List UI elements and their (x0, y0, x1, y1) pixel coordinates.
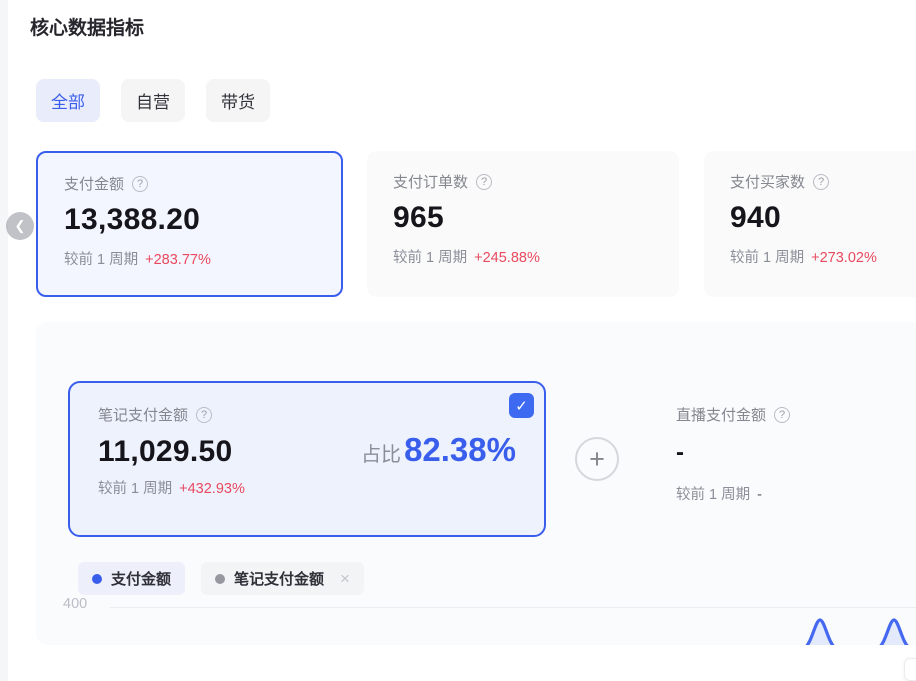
note-card-checkbox[interactable]: ✓ (509, 393, 534, 418)
metric-label: 笔记支付金额 (98, 404, 188, 425)
metric-card-payment-amount[interactable]: 支付金额 ? 13,388.20 较前 1 周期 +283.77% (36, 151, 343, 297)
compare-label: 较前 1 周期 (393, 246, 467, 267)
breakdown-panel: 笔记支付金额 ? 11,029.50 占比 82.38% 较前 1 周期 +43… (36, 322, 916, 645)
legend-label: 笔记支付金额 (234, 568, 324, 589)
delta-value: +245.88% (474, 250, 540, 266)
delta-value: +283.77% (145, 252, 211, 268)
metric-card-payment-orders[interactable]: 支付订单数 ? 965 较前 1 周期 +245.88% (367, 151, 679, 297)
legend-dot-blue (92, 574, 102, 584)
metric-value: 11,029.50 (98, 435, 233, 469)
y-axis-tick-400: 400 (63, 596, 87, 612)
share-label: 占比 (361, 438, 401, 467)
metric-card-payment-buyers[interactable]: 支付买家数 ? 940 较前 1 周期 +273.02% (704, 151, 916, 297)
delta-value: +273.02% (811, 250, 877, 266)
plus-icon: + (589, 446, 605, 473)
scope-tabs: 全部 自营 带货 (36, 79, 270, 122)
metric-value: 940 (730, 201, 916, 235)
compare-label: 较前 1 周期 (64, 248, 138, 269)
metric-value: 13,388.20 (64, 203, 315, 237)
chevron-left-icon: ❮ (15, 218, 26, 234)
delta-value: - (757, 487, 762, 503)
delta-value: +432.93% (179, 481, 245, 497)
add-metric-button[interactable]: + (575, 437, 619, 481)
carousel-prev-button[interactable]: ❮ (6, 212, 34, 240)
compare-label: 较前 1 周期 (730, 246, 804, 267)
tab-affiliate[interactable]: 带货 (206, 79, 270, 122)
legend-item-note-payment-amount[interactable]: 笔记支付金额 × (201, 562, 364, 595)
breakdown-card-live-payment[interactable]: 直播支付金额 ? - 较前 1 周期 - (652, 381, 916, 537)
metric-value: - (676, 439, 916, 467)
compare-label: 较前 1 周期 (98, 477, 172, 498)
compare-label: 较前 1 周期 (676, 483, 750, 504)
help-icon[interactable]: ? (476, 174, 492, 190)
tab-self-operated-label: 自营 (136, 88, 170, 113)
help-icon[interactable]: ? (774, 407, 790, 423)
floating-widget-cutoff[interactable] (904, 658, 916, 681)
tab-affiliate-label: 带货 (221, 88, 255, 113)
metric-label: 直播支付金额 (676, 404, 766, 425)
legend-item-payment-amount[interactable]: 支付金额 (78, 562, 185, 595)
core-metrics-page: 核心数据指标 全部 自营 带货 ❮ 支付金额 ? 13,388.20 较前 1 … (0, 0, 916, 681)
metric-label: 支付金额 (64, 173, 124, 194)
metric-label: 支付订单数 (393, 171, 468, 192)
help-icon[interactable]: ? (132, 176, 148, 192)
legend-dot-gray (215, 574, 225, 584)
line-chart-peaks (755, 617, 915, 645)
legend-label: 支付金额 (111, 568, 171, 589)
page-left-edge (0, 0, 8, 681)
breakdown-card-note-payment[interactable]: 笔记支付金额 ? 11,029.50 占比 82.38% 较前 1 周期 +43… (68, 381, 546, 537)
tab-self-operated[interactable]: 自营 (121, 79, 185, 122)
remove-legend-icon[interactable]: × (340, 569, 350, 589)
share-value: 82.38% (404, 431, 516, 469)
metric-value: 965 (393, 201, 653, 235)
chart-gridline (110, 607, 916, 608)
tab-all[interactable]: 全部 (36, 79, 100, 122)
help-icon[interactable]: ? (813, 174, 829, 190)
metric-label: 支付买家数 (730, 171, 805, 192)
checkmark-icon: ✓ (515, 397, 528, 415)
help-icon[interactable]: ? (196, 407, 212, 423)
chart-legend: 支付金额 笔记支付金额 × (78, 562, 364, 595)
tab-all-label: 全部 (51, 88, 85, 113)
page-title: 核心数据指标 (30, 13, 144, 40)
